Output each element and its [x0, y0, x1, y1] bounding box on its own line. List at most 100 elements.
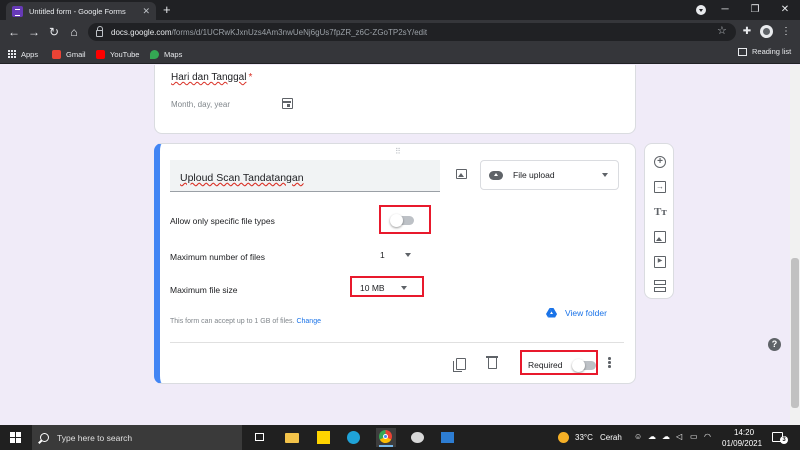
taskbar-search-placeholder: Type here to search [57, 432, 133, 443]
tab-search-icon[interactable] [696, 5, 706, 15]
bookmark-apps[interactable]: Apps [8, 47, 38, 61]
weather-temp[interactable]: 33°C [575, 433, 593, 442]
apps-grid-icon [8, 50, 16, 58]
browser-toolbar: ← → ↻ ⌂ docs.google.com/forms/d/1UCRwKJx… [0, 20, 800, 44]
upload-question-card[interactable]: ⠿ Uploud Scan Tandatangan File upload Al… [154, 143, 636, 384]
max-files-value: 1 [380, 250, 385, 260]
chrome-icon[interactable] [376, 428, 396, 447]
view-folder-link[interactable]: View folder [546, 308, 607, 318]
browser-tab[interactable]: Untitled form - Google Forms ✕ [6, 2, 156, 20]
sticky-notes-icon[interactable] [314, 428, 334, 447]
change-link[interactable]: Change [296, 318, 321, 325]
gmail-icon [52, 49, 61, 59]
new-tab-button[interactable]: + [163, 2, 171, 18]
add-video-icon[interactable]: ▶ [654, 256, 666, 268]
max-size-label: Maximum file size [170, 285, 238, 295]
allow-specific-types-label: Allow only specific file types [170, 216, 275, 226]
scrollbar-thumb[interactable] [791, 258, 799, 408]
add-question-icon[interactable]: + [654, 156, 666, 168]
windows-start-icon[interactable] [10, 432, 21, 443]
bookmark-star-icon[interactable]: ☆ [717, 24, 727, 37]
chevron-down-icon [404, 253, 411, 257]
date-placeholder: Month, day, year [171, 100, 230, 109]
drag-handle-icon[interactable]: ⠿ [395, 147, 402, 156]
tab-title: Untitled form - Google Forms [29, 6, 126, 16]
google-drive-icon [546, 308, 557, 318]
bookmarks-bar: Apps Gmail YouTube Maps Reading list [0, 44, 800, 64]
weather-text[interactable]: Cerah [600, 433, 622, 442]
lock-icon [96, 25, 103, 37]
reload-button[interactable]: ↻ [46, 24, 62, 40]
edge-icon[interactable] [344, 428, 364, 447]
notification-count: 3 [780, 436, 788, 444]
question-type-select[interactable]: File upload [480, 160, 619, 190]
delete-icon[interactable] [486, 356, 498, 369]
question-title-input[interactable]: Uploud Scan Tandatangan [170, 160, 440, 192]
task-view-icon[interactable] [250, 428, 270, 447]
back-button[interactable]: ← [6, 24, 22, 40]
help-icon[interactable]: ? [768, 338, 781, 351]
floating-toolbar: + → Tт ▶ [644, 143, 674, 299]
date-question-card[interactable]: Hari dan Tanggal * Month, day, year [154, 65, 636, 134]
max-files-label: Maximum number of files [170, 252, 265, 262]
duplicate-icon[interactable] [453, 358, 466, 372]
home-button[interactable]: ⌂ [66, 24, 82, 40]
taskbar-search[interactable]: Type here to search [32, 425, 242, 450]
youtube-icon [96, 49, 105, 59]
more-options-icon[interactable] [608, 357, 611, 369]
import-questions-icon[interactable]: → [654, 181, 666, 193]
volume-icon[interactable]: ◁ [676, 432, 682, 441]
photos-icon[interactable] [438, 428, 458, 447]
highlight-box [379, 205, 431, 234]
add-image-icon[interactable] [654, 231, 666, 243]
network-icon[interactable]: ☁ [662, 432, 670, 441]
bookmark-label: Apps [21, 49, 39, 59]
paint-icon[interactable] [408, 428, 428, 447]
minimize-button[interactable]: ─ [708, 0, 742, 20]
file-explorer-icon[interactable] [282, 428, 302, 447]
cloud-upload-icon [489, 170, 503, 180]
chevron-down-icon [602, 173, 608, 177]
battery-icon[interactable]: ▭ [690, 432, 698, 441]
capacity-note: This form can accept up to 1 GB of files… [170, 318, 321, 325]
url-text: docs.google.com/forms/d/1UCRwKJxnUzs4Am3… [111, 28, 427, 37]
restore-button[interactable]: ❐ [738, 0, 772, 20]
question-title-text: Uploud Scan Tandatangan [180, 172, 304, 184]
bookmark-youtube[interactable]: YouTube [96, 47, 139, 61]
date-question-title: Hari dan Tanggal * [171, 72, 253, 83]
bookmark-label: Gmail [66, 49, 86, 59]
question-type-label: File upload [513, 170, 555, 180]
forward-button[interactable]: → [26, 24, 42, 40]
tab-strip: Untitled form - Google Forms ✕ + ─ ❐ ✕ [0, 0, 800, 20]
onedrive-icon[interactable]: ☁ [648, 432, 656, 441]
bookmark-label: YouTube [110, 49, 140, 59]
max-files-dropdown[interactable]: 1 [380, 250, 411, 260]
add-title-icon[interactable]: Tт [654, 206, 667, 218]
bookmark-gmail[interactable]: Gmail [52, 47, 86, 61]
weather-sun-icon[interactable] [558, 432, 569, 443]
reading-list-icon [738, 47, 747, 56]
clock-time[interactable]: 14:20 [734, 428, 754, 437]
add-section-icon[interactable] [654, 280, 666, 292]
bookmark-maps[interactable]: Maps [150, 47, 182, 61]
bookmark-label: Maps [164, 49, 183, 59]
url-host: docs.google.com [111, 27, 172, 37]
address-bar[interactable]: docs.google.com/forms/d/1UCRwKJxnUzs4Am3… [88, 23, 736, 41]
extensions-icon[interactable]: ✚ [739, 24, 755, 40]
reading-list-button[interactable]: Reading list [738, 47, 791, 56]
profile-avatar[interactable] [760, 25, 773, 38]
add-image-icon[interactable] [456, 169, 467, 179]
wifi-icon[interactable]: ◠ [704, 432, 711, 441]
close-tab-icon[interactable]: ✕ [142, 6, 150, 17]
chrome-menu-icon[interactable]: ⋮ [778, 24, 794, 40]
view-folder-label: View folder [565, 308, 607, 318]
maps-icon [150, 49, 159, 59]
windows-taskbar: Type here to search 33°C Cerah ☺ ☁ ☁ ◁ ▭… [0, 425, 800, 450]
calendar-icon [282, 98, 293, 109]
url-path: /forms/d/1UCRwKJxnUzs4Am3nwUeNj6gUs7fpZR… [171, 27, 428, 37]
required-asterisk: * [248, 72, 253, 83]
close-window-button[interactable]: ✕ [768, 0, 800, 20]
people-icon[interactable]: ☺ [634, 432, 642, 441]
form-editor-page: Hari dan Tanggal * Month, day, year ⠿ Upl… [0, 65, 790, 425]
clock-date[interactable]: 01/09/2021 [722, 439, 762, 448]
